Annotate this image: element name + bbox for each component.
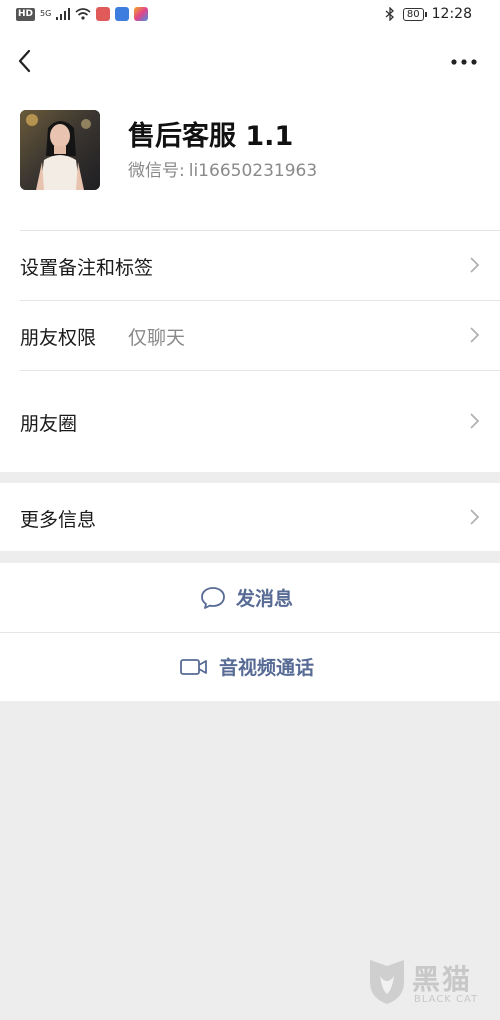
nav-bar: [0, 32, 500, 92]
row-value: 仅聊天: [128, 327, 186, 349]
app-notification-icon: [115, 7, 130, 21]
status-left: HD 5G: [16, 7, 149, 21]
row-label: 朋友圈: [20, 413, 78, 435]
hd-badge: HD: [16, 7, 36, 21]
signal-icon: [56, 8, 71, 20]
row-remark-and-tags[interactable]: 设置备注和标签: [0, 230, 500, 300]
back-icon[interactable]: [14, 46, 38, 76]
wechat-id-label: 微信号:: [128, 161, 185, 181]
row-more-info[interactable]: 更多信息: [0, 483, 500, 551]
chat-bubble-icon: [201, 586, 225, 609]
row-friend-permissions[interactable]: 朋友权限 仅聊天: [0, 300, 500, 370]
video-call-button[interactable]: 音视频通话: [0, 632, 500, 701]
video-call-content: 音视频通话: [179, 632, 314, 701]
chevron-right-icon: [470, 413, 480, 429]
video-call-label: 音视频通话: [219, 657, 315, 679]
send-message-button[interactable]: 发消息: [0, 563, 500, 632]
cat-shield-icon: [370, 960, 404, 1004]
send-message-content: 发消息: [200, 563, 293, 632]
status-bar: HD 5G 80 12:28: [0, 0, 500, 32]
wifi-icon: [75, 8, 91, 20]
avatar[interactable]: [20, 110, 100, 190]
bluetooth-icon: [385, 7, 394, 21]
row-label: 朋友权限: [20, 327, 97, 349]
network-type: 5G: [40, 9, 52, 18]
wechat-id-value[interactable]: li16650231963: [189, 161, 317, 181]
chevron-right-icon: [470, 257, 480, 273]
watermark-brand-cn: 黑猫: [412, 963, 473, 996]
status-right: 80 12:28: [385, 6, 472, 22]
row-label: 更多信息: [20, 509, 97, 531]
battery-icon: 80: [402, 7, 427, 21]
contact-name: 售后客服 1.1: [128, 121, 294, 152]
more-options-icon[interactable]: [448, 48, 480, 76]
send-message-label: 发消息: [236, 588, 294, 610]
row-label: 设置备注和标签: [20, 257, 154, 279]
profile-header: 售后客服 1.1 微信号: li16650231963: [0, 92, 500, 230]
app-notification-icon: [96, 7, 111, 21]
app-notification-icon: [134, 7, 149, 21]
wechat-id-line: 微信号: li16650231963: [128, 156, 317, 181]
row-moments[interactable]: 朋友圈: [0, 370, 500, 472]
chevron-right-icon: [470, 509, 480, 525]
avatar-image: [20, 110, 100, 190]
divider: [20, 370, 500, 371]
divider: [20, 230, 500, 231]
divider: [20, 300, 500, 301]
clock: 12:28: [431, 6, 472, 22]
watermark-brand-en: BLACK CAT: [414, 994, 479, 1005]
watermark-logo: 黑猫 BLACK CAT: [366, 956, 486, 1010]
chevron-right-icon: [470, 327, 480, 343]
video-camera-icon: [180, 658, 207, 675]
